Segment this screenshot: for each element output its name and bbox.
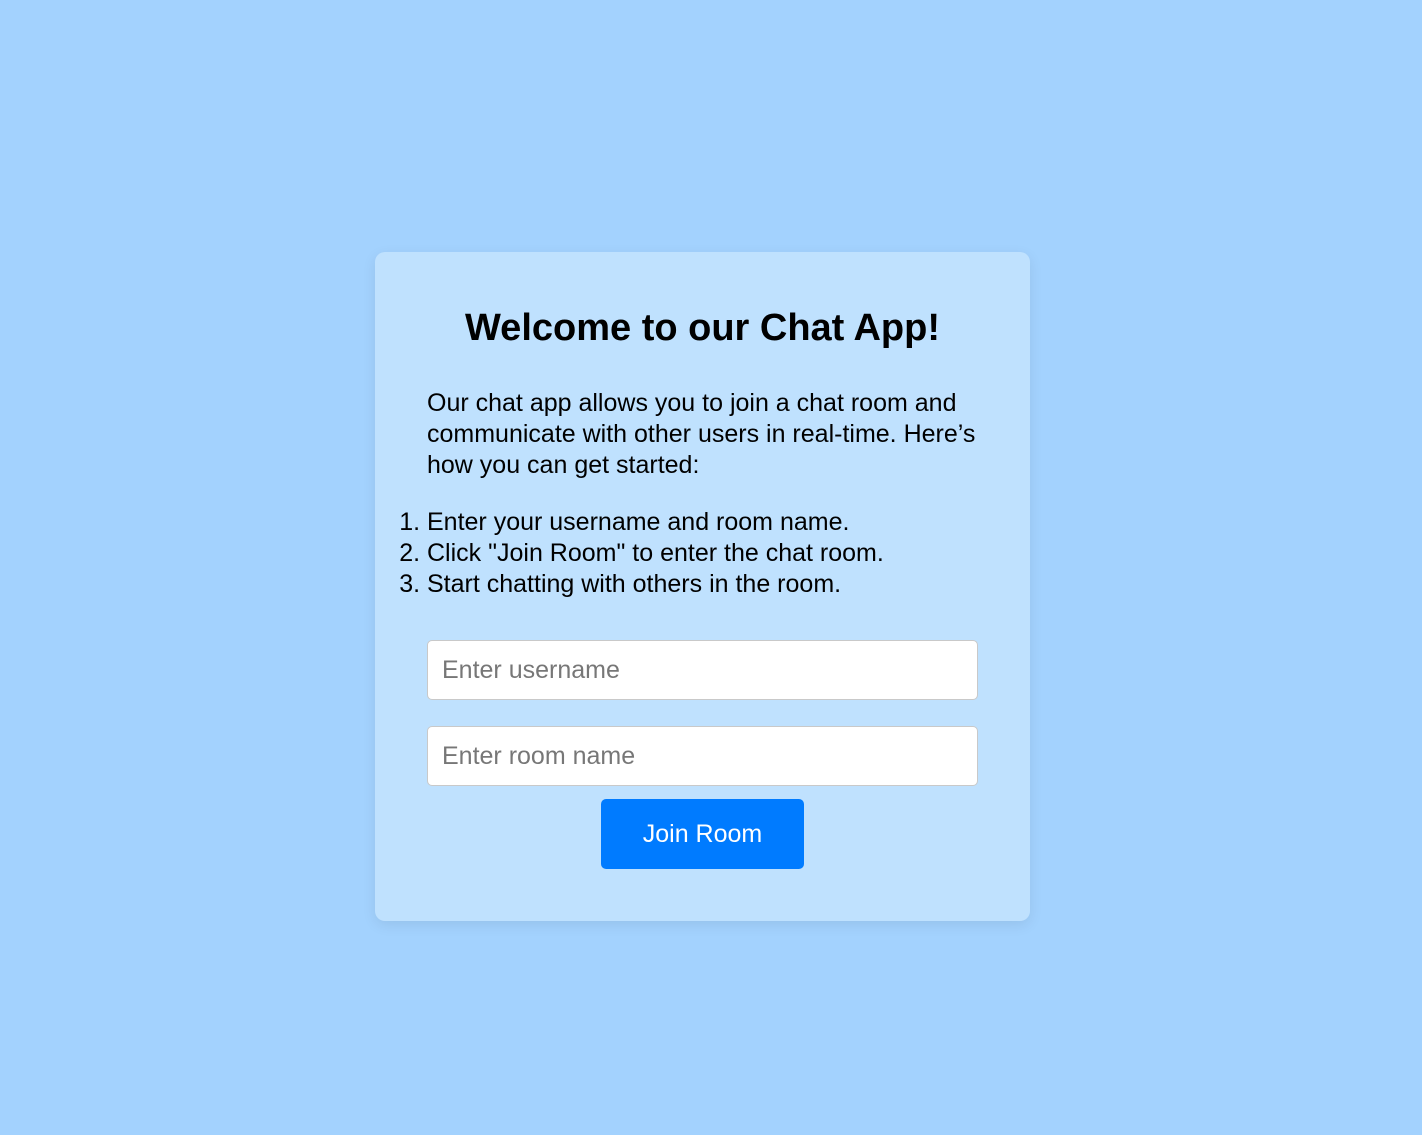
join-room-button[interactable]: Join Room [601,799,804,869]
room-name-input[interactable] [427,726,978,786]
username-input[interactable] [427,640,978,700]
step-item: Click "Join Room" to enter the chat room… [427,538,978,569]
steps-list: Enter your username and room name. Click… [427,507,978,600]
step-item: Enter your username and room name. [427,507,978,538]
intro-text: Our chat app allows you to join a chat r… [427,389,976,479]
page-title: Welcome to our Chat App! [465,307,940,349]
step-item: Start chatting with others in the room. [427,569,978,600]
welcome-card: Welcome to our Chat App! Our chat app al… [375,252,1030,921]
